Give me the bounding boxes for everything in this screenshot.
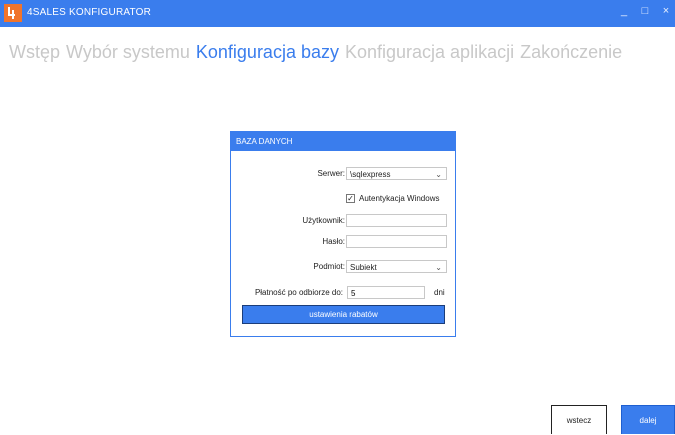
next-button[interactable]: dalej [621,405,675,434]
windows-auth-checkbox[interactable]: ✓ [346,194,355,203]
step-intro[interactable]: Wstęp [9,42,60,62]
windows-auth-row: ✓ Autentykacja Windows [231,192,455,206]
user-field[interactable] [346,214,447,227]
server-row: Serwer: \sqlexpress ⌄ [231,167,455,181]
entity-row: Podmiot: Subiekt ⌄ [231,260,455,274]
step-system-choice[interactable]: Wybór systemu [66,42,190,62]
chevron-down-icon: ⌄ [435,263,442,272]
wizard-steps: Wstęp Wybór systemu Konfiguracja bazy Konfi… [9,42,628,63]
user-row: Użytkownik: [231,214,455,228]
entity-select[interactable]: Subiekt ⌄ [346,260,447,273]
payment-days-field[interactable]: 5 [347,286,425,299]
windows-auth-label: Autentykacja Windows [359,194,440,203]
discount-settings-button[interactable]: ustawienia rabatów [242,305,445,324]
entity-value: Subiekt [350,263,377,272]
close-button[interactable]: × [659,5,673,17]
maximize-button[interactable]: □ [638,5,652,17]
panel-header: BAZA DANYCH [231,132,455,151]
minimize-button[interactable]: _ [617,5,631,17]
payment-label: Płatność po odbiorze do: [254,288,343,297]
window-title: 4SALES KONFIGURATOR [27,7,152,18]
database-panel: BAZA DANYCH Serwer: \sqlexpress ⌄ ✓ Aute… [230,131,456,337]
password-field[interactable] [346,235,447,248]
password-label: Hasło: [322,237,345,246]
user-label: Użytkownik: [302,216,345,225]
server-value: \sqlexpress [350,170,391,179]
password-row: Hasło: [231,235,455,249]
step-app-config[interactable]: Konfiguracja aplikacji [345,42,514,62]
step-database-config[interactable]: Konfiguracja bazy [196,42,339,62]
step-finish[interactable]: Zakończenie [520,42,622,62]
payment-days-unit: dni [434,288,445,297]
entity-label: Podmiot: [313,262,345,271]
back-button[interactable]: wstecz [551,405,607,434]
server-label: Serwer: [317,169,345,178]
app-logo-icon [4,4,22,22]
server-select[interactable]: \sqlexpress ⌄ [346,167,447,180]
chevron-down-icon: ⌄ [435,170,442,179]
payment-row: Płatność po odbiorze do: 5 dni [231,286,455,300]
title-bar: 4SALES KONFIGURATOR _ □ × [0,0,675,27]
